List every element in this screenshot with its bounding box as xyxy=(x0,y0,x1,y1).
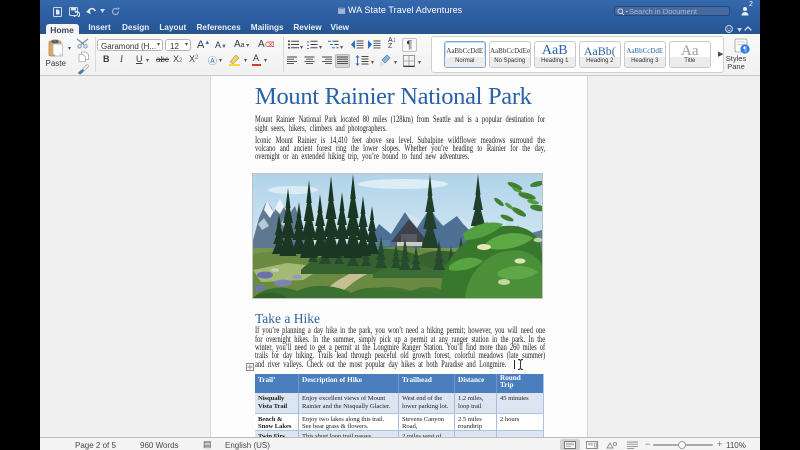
svg-text:¶: ¶ xyxy=(743,45,747,54)
